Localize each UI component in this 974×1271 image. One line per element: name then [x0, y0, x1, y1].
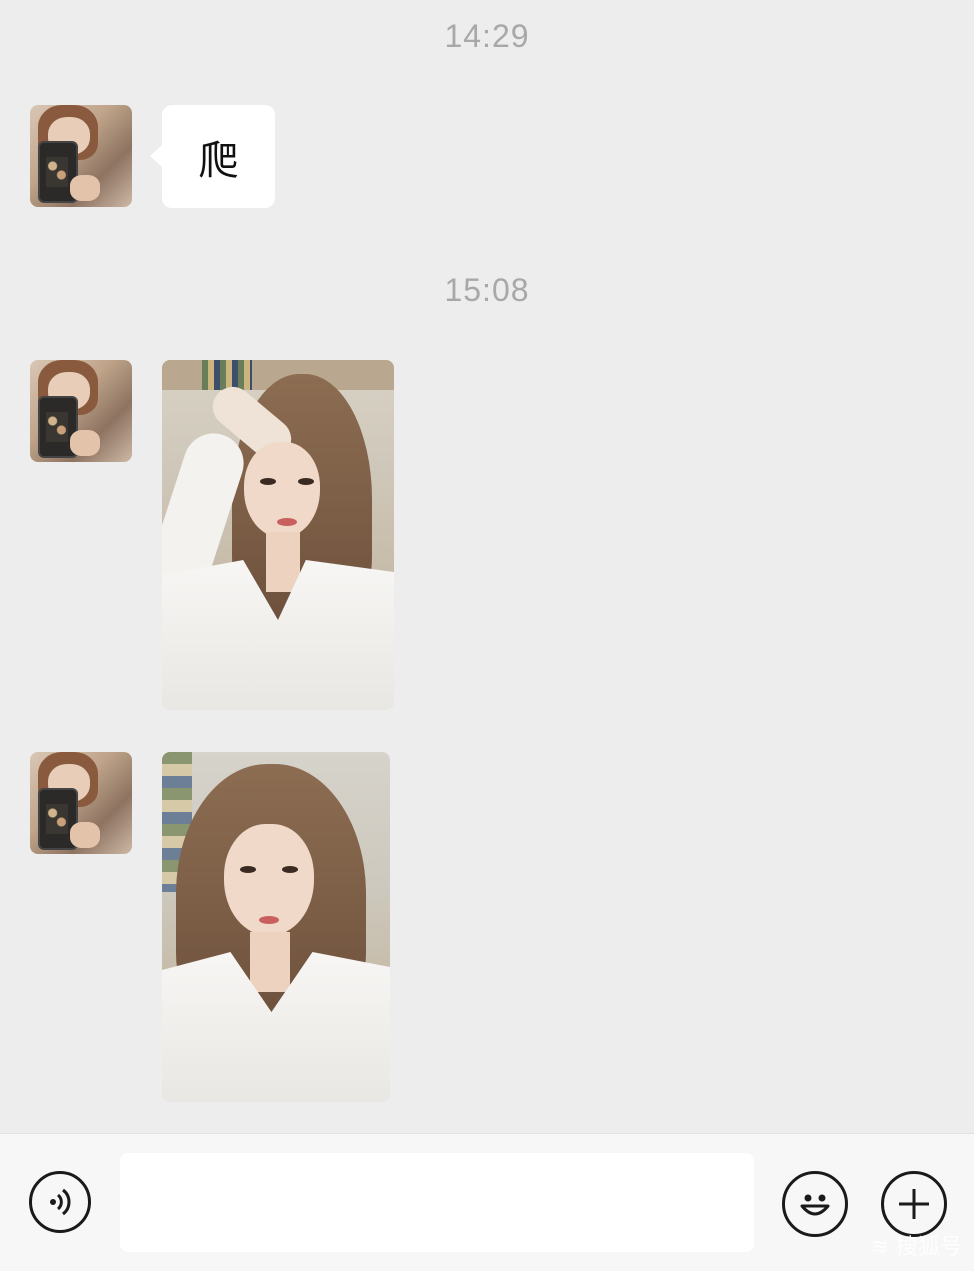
timestamp: 15:08: [444, 272, 530, 308]
contact-avatar[interactable]: [30, 360, 132, 462]
emoji-button[interactable]: [782, 1171, 848, 1237]
message-input[interactable]: [120, 1153, 754, 1252]
plus-button[interactable]: [881, 1171, 947, 1237]
message-bubble[interactable]: 爬: [150, 105, 275, 208]
plus-icon: [899, 1189, 929, 1219]
image-message[interactable]: [162, 752, 390, 1102]
contact-avatar[interactable]: [30, 105, 132, 207]
voice-icon: [50, 1188, 71, 1216]
input-bar: ≋ 搜狐号: [0, 1133, 974, 1271]
message-text: 爬: [198, 137, 239, 184]
image-message[interactable]: [162, 360, 394, 710]
emoji-icon: [800, 1194, 830, 1216]
watermark: ≋ 搜狐号: [870, 1235, 962, 1260]
voice-button[interactable]: [29, 1171, 91, 1233]
chat-area: 14:29 爬 15:08: [0, 0, 974, 1133]
contact-avatar[interactable]: [30, 752, 132, 854]
timestamp: 14:29: [444, 18, 530, 54]
